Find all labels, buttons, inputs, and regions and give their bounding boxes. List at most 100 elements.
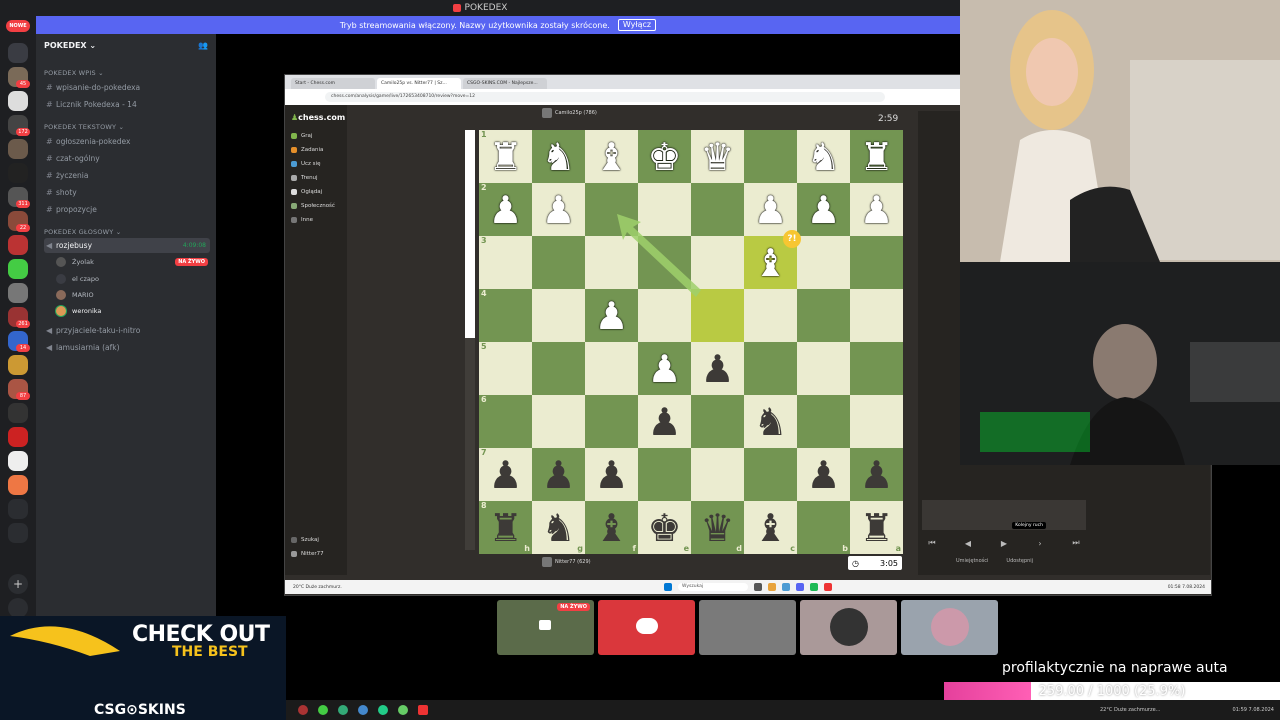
channel-item[interactable]: # Licznik Pokedexa - 14	[44, 97, 210, 112]
eval-graph[interactable]: Kolejny ruch	[922, 500, 1086, 530]
app-icon[interactable]	[338, 705, 348, 715]
server-icon[interactable]	[8, 427, 28, 447]
board-square[interactable]: g ♞	[532, 501, 585, 554]
chess-piece[interactable]: ♟	[594, 297, 628, 335]
stream-tile[interactable]: NA ŻYWO	[497, 600, 594, 655]
first-move-button[interactable]: ⏮	[918, 536, 946, 550]
chess-piece[interactable]: ♟	[753, 191, 787, 229]
channel-item[interactable]: # ogłoszenia-pokedex	[44, 134, 210, 149]
board-square[interactable]	[744, 130, 797, 183]
chess-piece[interactable]: ♛	[700, 138, 734, 176]
chess-piece[interactable]: ♜	[859, 509, 893, 547]
chess-piece[interactable]: ♟	[647, 403, 681, 441]
app-icon[interactable]	[796, 583, 804, 591]
board-square[interactable]: e ♚	[638, 501, 691, 554]
start-icon[interactable]	[664, 583, 672, 591]
board-square[interactable]: f ♝	[585, 501, 638, 554]
chess-piece[interactable]: ♟	[541, 191, 575, 229]
disable-streamer-mode-button[interactable]: Wyłącz	[617, 19, 657, 31]
stream-tile[interactable]	[901, 600, 998, 655]
server-icon[interactable]	[8, 259, 28, 279]
chess-piece[interactable]: ♞	[541, 138, 575, 176]
board-square[interactable]	[744, 289, 797, 342]
nav-learn[interactable]: Ucz się	[291, 159, 345, 169]
board-square[interactable]: ♟	[744, 183, 797, 236]
app-icon[interactable]	[378, 705, 388, 715]
chess-piece[interactable]: ♜	[859, 138, 893, 176]
voice-user[interactable]: Żyolak NA ŻYWO	[56, 255, 208, 269]
board-square[interactable]: ♞	[797, 130, 850, 183]
invite-icon[interactable]: 👥	[198, 41, 208, 50]
board-square[interactable]: 7 ♟	[479, 448, 532, 501]
board-square[interactable]	[797, 289, 850, 342]
board-square[interactable]: ♞	[532, 130, 585, 183]
last-move-button[interactable]: ⏭	[1062, 536, 1090, 550]
url-field[interactable]: chess.com/analysis/game/live/1726534087​…	[325, 92, 885, 102]
board-square[interactable]	[532, 289, 585, 342]
board-square[interactable]	[691, 448, 744, 501]
board-square[interactable]: ♟	[797, 183, 850, 236]
server-icon[interactable]	[8, 163, 28, 183]
board-square[interactable]	[638, 289, 691, 342]
board-square[interactable]: ♟	[850, 183, 903, 236]
server-icon[interactable]	[8, 355, 28, 375]
chess-piece[interactable]: ♞	[806, 138, 840, 176]
nav-train[interactable]: Trenuj	[291, 173, 345, 183]
board-square[interactable]	[532, 236, 585, 289]
chess-piece[interactable]: ♟	[488, 191, 522, 229]
board-square[interactable]	[532, 395, 585, 448]
board-square[interactable]: 1 ♜	[479, 130, 532, 183]
chess-piece[interactable]: ♟	[594, 456, 628, 494]
voice-user[interactable]: weronika	[56, 304, 208, 318]
board-square[interactable]: ♟	[850, 448, 903, 501]
board-square[interactable]	[797, 342, 850, 395]
board-square[interactable]: c ♝	[744, 501, 797, 554]
board-square[interactable]: 2 ♟	[479, 183, 532, 236]
board-square[interactable]: d ♛	[691, 501, 744, 554]
sponsor-ad[interactable]: CHECK OUT THE BEST CSG⊙SKINS	[0, 616, 286, 720]
board-square[interactable]: ♟	[532, 183, 585, 236]
category-wpis[interactable]: POKEDEX Wpis ⌄	[44, 69, 104, 77]
chess-piece[interactable]: ♟	[806, 191, 840, 229]
share-link[interactable]: Udostępnij	[1006, 558, 1033, 564]
board-square[interactable]	[691, 236, 744, 289]
app-icon[interactable]	[810, 583, 818, 591]
voice-channel[interactable]: ◀ lamusiarnia (afk)	[44, 340, 210, 355]
skills-link[interactable]: Umiejętności	[956, 558, 988, 564]
board-square[interactable]: ♚	[638, 130, 691, 183]
new-badge[interactable]: NOWE	[6, 20, 30, 32]
server-icon[interactable]	[8, 451, 28, 471]
board-square[interactable]	[638, 183, 691, 236]
browser-tab[interactable]: Start - Chess.com	[291, 78, 375, 89]
board-square[interactable]: ♟	[691, 342, 744, 395]
category-glosowy[interactable]: POKEDEX GŁOSOWY ⌄	[44, 228, 121, 236]
board-square[interactable]	[585, 236, 638, 289]
board-square[interactable]: ♟	[585, 448, 638, 501]
board-square[interactable]	[585, 342, 638, 395]
app-icon[interactable]	[398, 705, 408, 715]
chess-logo[interactable]: ♟chess.com	[291, 113, 345, 122]
channel-item[interactable]: # wpisanie-do-pokedexa	[44, 80, 210, 95]
board-square[interactable]: ♛	[691, 130, 744, 183]
board-square[interactable]	[638, 236, 691, 289]
prev-move-button[interactable]: ◀	[954, 536, 982, 550]
board-square[interactable]: b	[797, 501, 850, 554]
chess-piece[interactable]: ♜	[488, 138, 522, 176]
board-square[interactable]: ♟	[585, 289, 638, 342]
board-square[interactable]: ♟	[532, 448, 585, 501]
chess-piece[interactable]: ♛	[700, 509, 734, 547]
nav-play[interactable]: Graj	[291, 131, 345, 141]
app-icon[interactable]	[298, 705, 308, 715]
taskbar-search[interactable]: Wyszukaj	[678, 583, 748, 591]
chess-piece[interactable]: ♜	[488, 509, 522, 547]
chess-piece[interactable]: ♟	[859, 191, 893, 229]
server-icon[interactable]	[8, 235, 28, 255]
board-square[interactable]: 8 h ♜	[479, 501, 532, 554]
board-square[interactable]	[797, 236, 850, 289]
board-square[interactable]	[691, 183, 744, 236]
stream-tile[interactable]	[598, 600, 695, 655]
chess-piece[interactable]: ♟	[859, 456, 893, 494]
chess-piece[interactable]: ♚	[647, 138, 681, 176]
nav-more[interactable]: Inne	[291, 215, 345, 225]
server-name[interactable]: POKEDEX ⌄	[44, 41, 96, 50]
